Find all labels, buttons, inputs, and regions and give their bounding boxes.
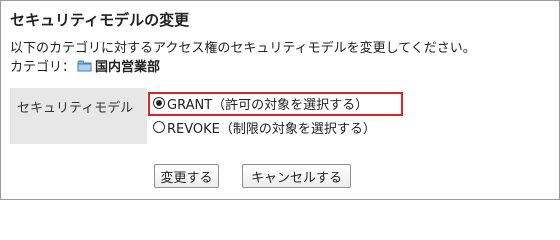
security-model-label: セキュリティモデル <box>10 88 147 144</box>
save-button[interactable]: 変更する <box>154 164 219 188</box>
revoke-radio[interactable] <box>153 121 165 133</box>
page-title: セキュリティモデルの変更 <box>10 11 190 29</box>
security-model-options: GRANT（許可の対象を選択する） REVOKE（制限の対象を選択する） <box>147 88 550 144</box>
revoke-option-label: REVOKE（制限の対象を選択する） <box>167 121 376 137</box>
page-description: 以下のカテゴリに対するアクセス権のセキュリティモデルを変更してください。 <box>10 41 476 56</box>
grant-option[interactable]: GRANT（許可の対象を選択する） <box>153 93 368 113</box>
grant-option-label: GRANT（許可の対象を選択する） <box>167 97 369 113</box>
grant-radio[interactable] <box>153 97 165 109</box>
cancel-button[interactable]: キャンセルする <box>242 164 351 188</box>
category-label: カテゴリ： <box>10 60 76 75</box>
revoke-option[interactable]: REVOKE（制限の対象を選択する） <box>153 117 376 137</box>
folder-icon <box>77 59 93 73</box>
category-line: カテゴリ： 国内営業部 <box>10 56 160 75</box>
category-name: 国内営業部 <box>95 60 161 75</box>
security-model-row: セキュリティモデル GRANT（許可の対象を選択する） REVOKE（制限の対象… <box>10 88 550 144</box>
